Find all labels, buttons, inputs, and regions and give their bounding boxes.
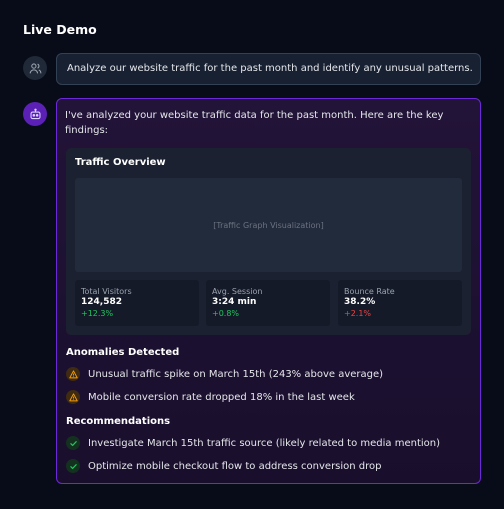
user-message: Analyze our website traffic for the past… <box>56 53 481 85</box>
user-icon <box>29 62 41 73</box>
traffic-overview-title: Traffic Overview <box>75 157 166 168</box>
stat-value: 124,582 <box>81 297 122 307</box>
page-title: Live Demo <box>23 22 97 37</box>
stat-label: Total Visitors <box>81 287 132 296</box>
stat-total-visitors: Total Visitors 124,582 +12.3% <box>75 280 199 326</box>
stat-change: +2.1% <box>344 309 372 318</box>
anomaly-item: Unusual traffic spike on March 15th (243… <box>66 367 383 381</box>
traffic-graph-placeholder: [Traffic Graph Visualization] <box>75 178 462 272</box>
assistant-message: I've analyzed your website traffic data … <box>56 98 481 484</box>
check-icon <box>66 459 80 473</box>
stat-label: Bounce Rate <box>344 287 395 296</box>
recommendation-item: Investigate March 15th traffic source (l… <box>66 436 440 450</box>
assistant-intro-text: I've analyzed your website traffic data … <box>65 110 444 136</box>
anomaly-text: Unusual traffic spike on March 15th (243… <box>88 368 384 380</box>
user-avatar <box>23 56 47 80</box>
stat-value: 38.2% <box>344 297 376 307</box>
stat-label: Avg. Session <box>212 287 263 296</box>
bot-icon <box>30 108 40 119</box>
warning-icon <box>66 390 80 404</box>
stat-change: +0.8% <box>212 309 240 318</box>
recommendation-item: Optimize mobile checkout flow to address… <box>66 459 382 473</box>
stat-avg-session: Avg. Session 3:24 min +0.8% <box>206 280 330 326</box>
recommendations-heading: Recommendations <box>66 416 171 427</box>
anomalies-heading: Anomalies Detected <box>66 347 180 358</box>
recommendation-text: Investigate March 15th traffic source (l… <box>88 437 441 449</box>
warning-icon <box>66 367 80 381</box>
traffic-overview-panel: Traffic Overview [Traffic Graph Visualiz… <box>66 148 471 335</box>
assistant-avatar <box>23 102 47 126</box>
stat-value: 3:24 min <box>212 297 257 307</box>
anomaly-item: Mobile conversion rate dropped 18% in th… <box>66 390 355 404</box>
check-icon <box>66 436 80 450</box>
stat-change: +12.3% <box>81 309 114 318</box>
anomaly-text: Mobile conversion rate dropped 18% in th… <box>88 391 355 403</box>
recommendation-text: Optimize mobile checkout flow to address… <box>88 460 382 472</box>
stat-bounce-rate: Bounce Rate 38.2% +2.1% <box>338 280 462 326</box>
